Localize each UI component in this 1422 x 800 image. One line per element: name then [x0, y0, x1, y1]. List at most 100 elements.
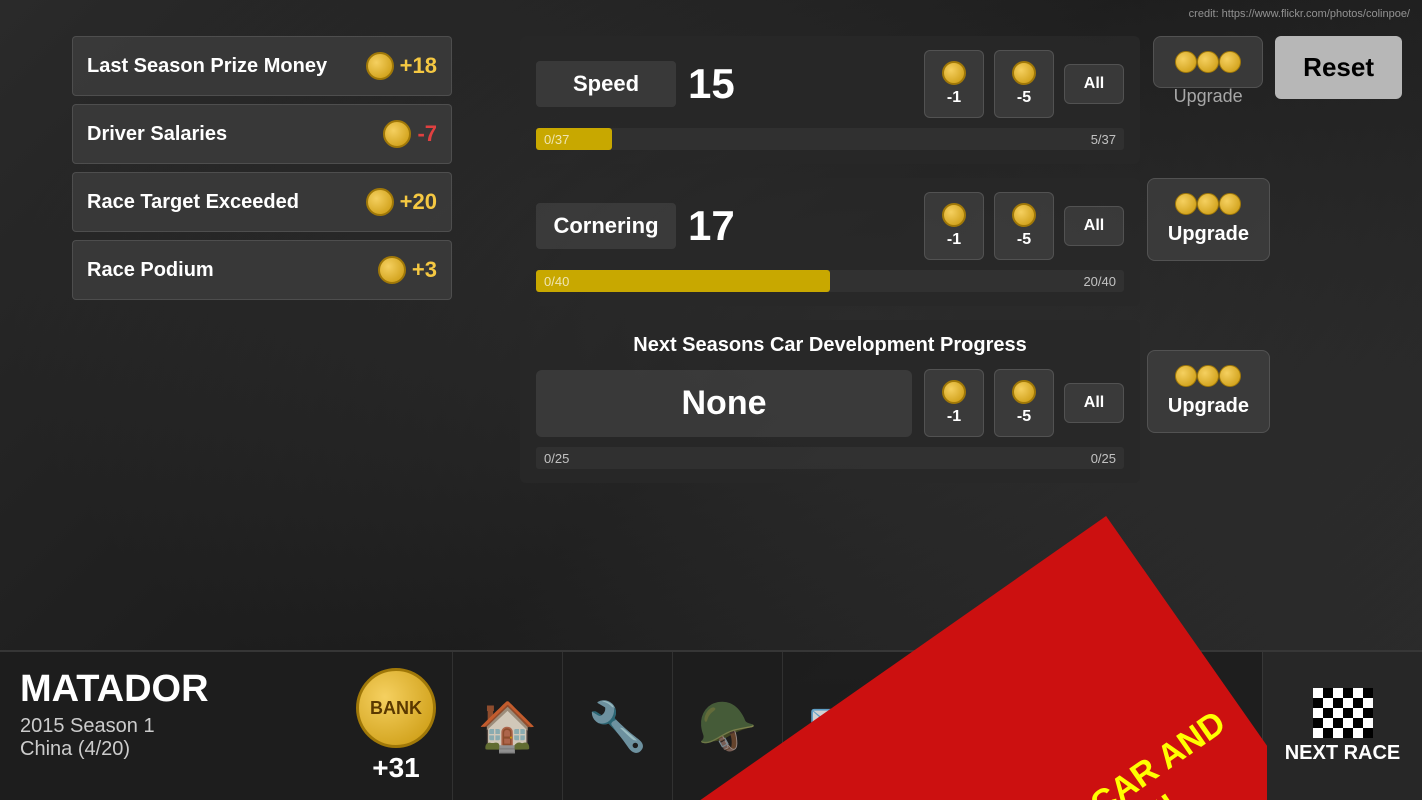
finance-label-prize: Last Season Prize Money: [87, 55, 366, 78]
dev-progress-left: 0/25: [544, 451, 569, 466]
coin-icon-target: [366, 188, 394, 216]
finance-value-salaries: -7: [383, 120, 437, 148]
speed-minus5-label: -5: [1017, 89, 1031, 107]
cornering-progress-fill: [536, 270, 830, 292]
cornering-upgrade-button[interactable]: Upgrade: [1147, 178, 1270, 261]
speed-coin-5: [1012, 61, 1036, 85]
right-action-panel: Upgrade Reset: [1153, 36, 1402, 107]
finance-value-prize: +18: [366, 52, 437, 80]
dev-progress-right: 0/25: [1091, 451, 1116, 466]
development-row: None -1 -5 All: [536, 369, 1124, 437]
finance-amount-prize: +18: [400, 53, 437, 79]
coin-speed-1: [1175, 51, 1197, 73]
speed-row: Speed 15 -1 -5 All: [536, 50, 1124, 118]
dev-minus1-button[interactable]: -1: [924, 369, 984, 437]
speed-coin-1: [942, 61, 966, 85]
finance-label-salaries: Driver Salaries: [87, 123, 383, 146]
cornering-all-button[interactable]: All: [1064, 206, 1124, 246]
dev-all-label: All: [1084, 394, 1104, 412]
cornering-row: Cornering 17 -1 -5 All: [536, 192, 1124, 260]
speed-all-button[interactable]: All: [1064, 64, 1124, 104]
speed-section: Speed 15 -1 -5 All: [520, 36, 1140, 164]
cornering-progress-left: 0/40: [544, 274, 569, 289]
speed-upgrade-label: Upgrade: [1174, 86, 1243, 107]
bank-button[interactable]: BANK +31: [340, 652, 452, 800]
corn-coin-5: [1012, 203, 1036, 227]
bank-label: BANK: [370, 698, 422, 719]
team-season: 2015 Season 1: [20, 715, 320, 738]
team-race: China (4/20): [20, 738, 320, 761]
speed-label: Speed: [536, 61, 676, 107]
finance-label-target: Race Target Exceeded: [87, 191, 366, 214]
dev-all-button[interactable]: All: [1064, 383, 1124, 423]
speed-all-label: All: [1084, 75, 1104, 93]
dev-buttons: -1 -5 All: [924, 369, 1124, 437]
speed-buttons: -1 -5 All: [924, 50, 1124, 118]
coin-speed-2: [1197, 51, 1219, 73]
coin-dev-2: [1197, 365, 1219, 387]
cornering-value: 17: [688, 202, 748, 250]
bank-circle-icon: BANK: [356, 668, 436, 748]
finance-item-podium: Race Podium +3: [72, 240, 452, 300]
cornering-minus1-button[interactable]: -1: [924, 192, 984, 260]
dev-upgrade-label: Upgrade: [1168, 395, 1249, 418]
speed-value: 15: [688, 60, 748, 108]
home-nav-button[interactable]: 🏠: [452, 652, 562, 800]
upgrade-coins-cornering: [1175, 193, 1241, 215]
finance-amount-salaries: -7: [417, 121, 437, 147]
helmet-nav-button[interactable]: 🪖: [672, 652, 782, 800]
finance-value-target: +20: [366, 188, 437, 216]
cornering-all-label: All: [1084, 217, 1104, 235]
finance-amount-podium: +3: [412, 257, 437, 283]
bottom-bar: MATADOR 2015 Season 1 China (4/20) BANK …: [0, 650, 1422, 800]
messages-badge-count: 9: [851, 690, 875, 714]
cornering-progress-right: 20/40: [1083, 274, 1116, 289]
helmet-icon: 🪖: [698, 698, 758, 755]
coin-icon-salaries: [383, 120, 411, 148]
development-value: None: [536, 370, 912, 437]
finance-item-salaries: Driver Salaries -7: [72, 104, 452, 164]
coin-dev-3: [1219, 365, 1241, 387]
finance-amount-target: +20: [400, 189, 437, 215]
next-race-button[interactable]: NEXT RACE: [1262, 652, 1422, 800]
team-name: MATADOR: [20, 668, 320, 711]
cornering-buttons: -1 -5 All: [924, 192, 1124, 260]
cornering-progress-bar: 0/40 20/40: [536, 270, 1124, 292]
cornering-minus5-button[interactable]: -5: [994, 192, 1054, 260]
coin-speed-3: [1219, 51, 1241, 73]
tools-nav-button[interactable]: 🔧: [562, 652, 672, 800]
dev-coin-5: [1012, 380, 1036, 404]
upgrade-coins-speed: [1175, 51, 1241, 73]
cornering-minus5-label: -5: [1017, 231, 1031, 249]
speed-progress-bar: 0/37 5/37: [536, 128, 1124, 150]
coin-icon-prize: [366, 52, 394, 80]
cornering-minus1-label: -1: [947, 231, 961, 249]
finance-item-prize: Last Season Prize Money +18: [72, 36, 452, 96]
speed-minus1-button[interactable]: -1: [924, 50, 984, 118]
dev-minus5-button[interactable]: -5: [994, 369, 1054, 437]
speed-upgrade-button[interactable]: [1153, 36, 1263, 88]
speed-progress-left: 0/37: [544, 132, 569, 147]
next-race-label: NEXT RACE: [1285, 742, 1401, 765]
coin-corn-3: [1219, 193, 1241, 215]
coin-dev-1: [1175, 365, 1197, 387]
messages-nav-button[interactable]: ✉️ 9: [782, 652, 892, 800]
team-info: MATADOR 2015 Season 1 China (4/20): [0, 652, 340, 800]
speed-progress-right: 5/37: [1091, 132, 1116, 147]
bank-value: +31: [372, 752, 420, 784]
finance-panel: Last Season Prize Money +18 Driver Salar…: [72, 36, 452, 300]
dev-progress-bar: 0/25 0/25: [536, 447, 1124, 469]
dev-upgrade-button[interactable]: Upgrade: [1147, 350, 1270, 433]
home-icon: 🏠: [478, 698, 538, 755]
coin-corn-1: [1175, 193, 1197, 215]
cornering-section: Upgrade Cornering 17 -1 -5 All: [520, 178, 1140, 306]
coin-icon-podium: [378, 256, 406, 284]
dev-minus1-label: -1: [947, 408, 961, 426]
cornering-label: Cornering: [536, 203, 676, 249]
reset-button[interactable]: Reset: [1275, 36, 1402, 99]
speed-minus5-button[interactable]: -5: [994, 50, 1054, 118]
center-panel: Speed 15 -1 -5 All: [520, 36, 1140, 483]
checkered-flag-icon: [1313, 688, 1373, 738]
messages-badge-container: ✉️ 9: [808, 698, 868, 755]
dev-minus5-label: -5: [1017, 408, 1031, 426]
